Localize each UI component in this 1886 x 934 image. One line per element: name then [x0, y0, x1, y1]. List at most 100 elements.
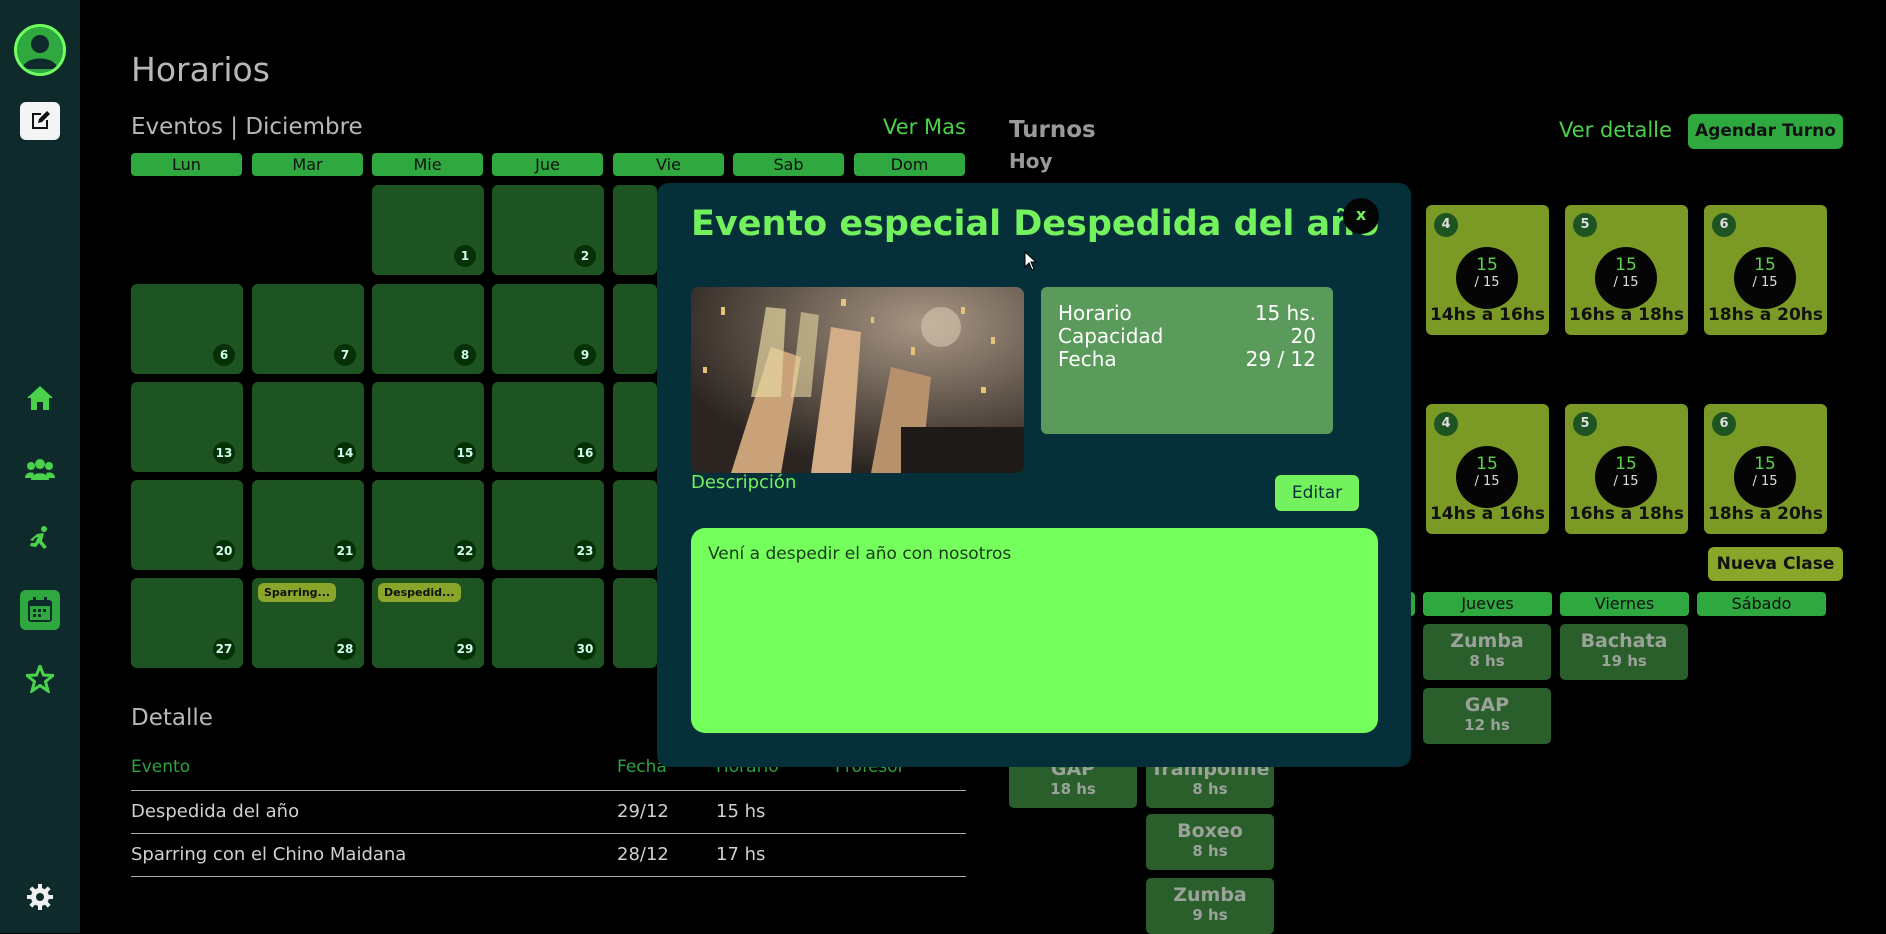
- day-number: 8: [454, 344, 476, 366]
- agendar-turno-button[interactable]: Agendar Turno: [1688, 114, 1843, 149]
- nueva-clase-button[interactable]: Nueva Clase: [1708, 547, 1843, 581]
- clase-card[interactable]: GAP 12 hs: [1423, 688, 1551, 744]
- calendar-day[interactable]: 1: [372, 185, 484, 275]
- clase-name: Bachata: [1580, 630, 1668, 652]
- row-fecha: 28/12: [617, 844, 669, 865]
- day-number: 21: [334, 540, 356, 562]
- table-row[interactable]: Despedida del año 29/12 15 hs: [131, 790, 966, 833]
- event-photo: [691, 287, 1024, 473]
- close-button[interactable]: x: [1343, 198, 1379, 234]
- clase-hour: 19 hs: [1601, 652, 1647, 670]
- calendar-day[interactable]: [613, 480, 657, 570]
- home-icon[interactable]: [20, 378, 60, 418]
- turno-range: 16hs a 18hs: [1568, 305, 1685, 325]
- turno-card[interactable]: 4 15/ 15 14hs a 16hs: [1426, 205, 1549, 335]
- day-number: 20: [213, 540, 235, 562]
- capacity-circle: 15/ 15: [1734, 247, 1796, 309]
- calendar-day[interactable]: 13: [131, 382, 243, 472]
- star-icon[interactable]: [20, 659, 60, 699]
- calendar-day[interactable]: 7: [252, 284, 364, 374]
- calendar-day[interactable]: [613, 382, 657, 472]
- turno-badge: 4: [1434, 213, 1458, 237]
- day-header-mar: Mar: [252, 153, 363, 176]
- clase-card[interactable]: Zumba 9 hs: [1146, 878, 1274, 934]
- edit-button[interactable]: Editar: [1275, 475, 1359, 511]
- turno-card[interactable]: 6 15/ 15 18hs a 20hs: [1704, 205, 1827, 335]
- turno-range: 18hs a 20hs: [1707, 504, 1824, 524]
- runner-icon[interactable]: [20, 519, 60, 559]
- turno-card[interactable]: 6 15/ 15 18hs a 20hs: [1704, 404, 1827, 534]
- horario-value: 15 hs.: [1254, 301, 1316, 325]
- turno-card[interactable]: 5 15/ 15 16hs a 18hs: [1565, 404, 1688, 534]
- calendar-day[interactable]: [613, 578, 657, 668]
- calendar-day[interactable]: 29 Despedid...: [372, 578, 484, 668]
- clase-hour: 8 hs: [1192, 842, 1228, 860]
- turno-badge: 6: [1712, 412, 1736, 436]
- calendar-day[interactable]: 30: [492, 578, 604, 668]
- turno-range: 14hs a 16hs: [1429, 305, 1546, 325]
- calendar-day[interactable]: 2: [492, 185, 604, 275]
- calendar-icon[interactable]: [20, 590, 60, 630]
- eventos-heading: Eventos | Diciembre: [131, 114, 363, 140]
- day-number: 13: [213, 442, 235, 464]
- capacity-total: / 15: [1474, 474, 1500, 489]
- calendar-day[interactable]: 14: [252, 382, 364, 472]
- turno-badge: 4: [1434, 412, 1458, 436]
- calendar-day[interactable]: 22: [372, 480, 484, 570]
- ver-mas-link[interactable]: Ver Mas: [883, 115, 966, 139]
- gear-icon[interactable]: [20, 877, 60, 917]
- calendar-day[interactable]: 6: [131, 284, 243, 374]
- turno-range: 18hs a 20hs: [1707, 305, 1824, 325]
- capacity-total: / 15: [1613, 474, 1639, 489]
- day-number: 15: [454, 442, 476, 464]
- calendar-day[interactable]: 21: [252, 480, 364, 570]
- day-header-sab: Sab: [733, 153, 844, 176]
- edit-icon[interactable]: [20, 102, 60, 140]
- calendar-day[interactable]: 23: [492, 480, 604, 570]
- turno-badge: 5: [1573, 213, 1597, 237]
- calendar-day[interactable]: 27: [131, 578, 243, 668]
- group-icon[interactable]: [20, 449, 60, 489]
- day-number: 9: [574, 344, 596, 366]
- calendar-day[interactable]: 28 Sparring...: [252, 578, 364, 668]
- turnos-heading: Turnos: [1009, 117, 1096, 143]
- day-header-jue: Jue: [492, 153, 603, 176]
- turno-card[interactable]: 5 15/ 15 16hs a 18hs: [1565, 205, 1688, 335]
- user-avatar-icon[interactable]: [14, 24, 66, 76]
- table-row[interactable]: Sparring con el Chino Maidana 28/12 17 h…: [131, 833, 966, 877]
- description-box[interactable]: Vení a despedir el año con nosotros: [691, 528, 1378, 733]
- day-header-vie: Vie: [613, 153, 724, 176]
- event-tag[interactable]: Sparring...: [258, 583, 337, 602]
- day-number: 6: [213, 344, 235, 366]
- modal-title: Evento especial Despedida del año: [691, 204, 1380, 244]
- calendar-day[interactable]: 20: [131, 480, 243, 570]
- clase-name: Zumba: [1450, 630, 1524, 652]
- capacity-total: / 15: [1752, 474, 1778, 489]
- clase-card[interactable]: Zumba 8 hs: [1423, 624, 1551, 680]
- calendar-day[interactable]: [613, 185, 657, 275]
- day-number: 1: [454, 245, 476, 267]
- calendar-day[interactable]: 15: [372, 382, 484, 472]
- calendar-day[interactable]: 8: [372, 284, 484, 374]
- clase-card[interactable]: Bachata 19 hs: [1560, 624, 1688, 680]
- weekday-jueves: Jueves: [1423, 592, 1552, 616]
- day-number: 29: [454, 638, 476, 660]
- ver-detalle-link[interactable]: Ver detalle: [1559, 118, 1672, 142]
- day-number: 27: [213, 638, 235, 660]
- col-evento: Evento: [131, 757, 191, 777]
- capacity-total: / 15: [1613, 275, 1639, 290]
- clase-hour: 9 hs: [1192, 906, 1228, 924]
- calendar-day[interactable]: [613, 284, 657, 374]
- clase-name: GAP: [1464, 694, 1510, 716]
- turno-card[interactable]: 4 15/ 15 14hs a 16hs: [1426, 404, 1549, 534]
- day-number: 30: [574, 638, 596, 660]
- calendar-day[interactable]: 16: [492, 382, 604, 472]
- fecha-value: 29 / 12: [1245, 347, 1316, 371]
- calendar-day[interactable]: 9: [492, 284, 604, 374]
- clase-card[interactable]: Boxeo 8 hs: [1146, 814, 1274, 870]
- clase-hour: 18 hs: [1050, 780, 1096, 798]
- capacity-circle: 15/ 15: [1595, 446, 1657, 508]
- event-tag[interactable]: Despedid...: [378, 583, 461, 602]
- clase-hour: 8 hs: [1192, 780, 1228, 798]
- capacity-circle: 15/ 15: [1456, 446, 1518, 508]
